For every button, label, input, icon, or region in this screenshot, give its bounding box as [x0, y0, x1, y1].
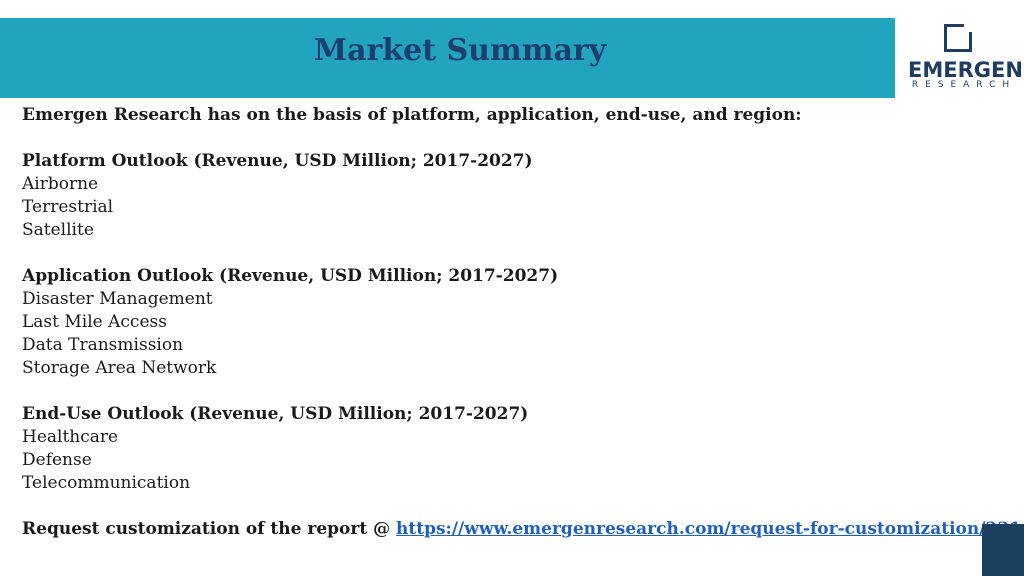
list-item: Airborne: [22, 174, 99, 194]
section-heading: Platform Outlook (Revenue, USD Million; …: [22, 151, 533, 171]
list-item: Telecommunication: [22, 473, 191, 493]
intro-text: Emergen Research has on the basis of pla…: [22, 105, 802, 125]
page-title: Market Summary: [313, 32, 607, 68]
corner-decoration: [982, 524, 1024, 576]
summary-content: Emergen Research has on the basis of pla…: [22, 104, 1021, 541]
header-banner: Market Summary: [0, 18, 895, 98]
section-platform: Platform Outlook (Revenue, USD Million; …: [22, 150, 982, 242]
customization-link[interactable]: https://www.emergenresearch.com/request-…: [396, 519, 1021, 539]
list-item: Disaster Management: [22, 289, 213, 309]
section-end-use: End-Use Outlook (Revenue, USD Million; 2…: [22, 403, 982, 495]
list-item: Storage Area Network: [22, 358, 217, 378]
list-item: Healthcare: [22, 427, 119, 447]
request-line: Request customization of the report @ ht…: [22, 518, 1021, 541]
emergen-logo: EMERGEN RESEARCH: [904, 20, 1023, 94]
logo-wordmark: EMERGEN: [908, 58, 1023, 82]
section-heading: End-Use Outlook (Revenue, USD Million; 2…: [22, 404, 529, 424]
list-item: Terrestrial: [22, 197, 114, 217]
list-item: Defense: [22, 450, 92, 470]
request-text: Request customization of the report @: [22, 519, 397, 539]
logo-square-icon: [944, 24, 972, 52]
section-heading: Application Outlook (Revenue, USD Millio…: [22, 266, 559, 286]
list-item: Satellite: [22, 220, 94, 240]
list-item: Data Transmission: [22, 335, 184, 355]
list-item: Last Mile Access: [22, 312, 167, 332]
section-application: Application Outlook (Revenue, USD Millio…: [22, 265, 982, 380]
logo-subtitle: RESEARCH: [911, 80, 1017, 90]
